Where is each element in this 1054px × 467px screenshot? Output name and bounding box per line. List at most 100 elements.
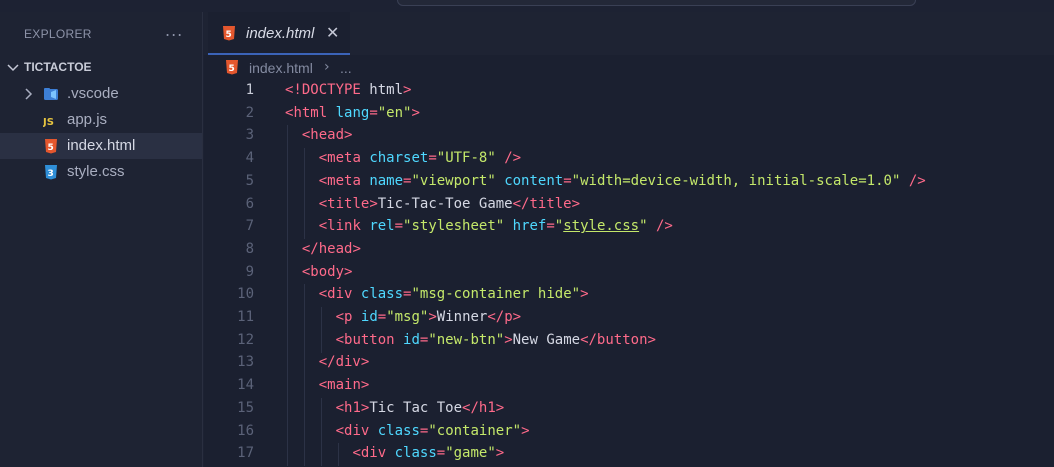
- code-line[interactable]: 9 <body>: [204, 261, 1054, 285]
- code-line[interactable]: 1 <!DOCTYPE html>: [204, 80, 1054, 103]
- breadcrumb-separator: ›: [324, 59, 330, 75]
- code-text: <h1>Tic Tac Toe</h1>: [336, 400, 505, 416]
- breadcrumb: 5 index.html › ...: [204, 57, 1054, 80]
- indent-guide: [287, 352, 288, 376]
- indent-guide: [287, 329, 288, 353]
- code-token: Winner: [436, 309, 488, 325]
- code-line[interactable]: 17 <div class="game">: [204, 443, 1054, 467]
- indent-guide: [303, 443, 305, 467]
- code-line[interactable]: 10 <div class="msg-container hide">: [204, 284, 1054, 308]
- code-line[interactable]: 7 <link rel="stylesheet" href="style.css"…: [204, 216, 1054, 240]
- tree-item-style-css[interactable]: 3 style.css: [0, 159, 202, 185]
- code-text: <link rel="stylesheet" href="style.css" …: [319, 218, 673, 234]
- line-number: 7: [245, 218, 254, 235]
- tree-item-index-html[interactable]: 5 index.html: [0, 133, 202, 159]
- code-text: <div class="msg-container hide">: [319, 286, 589, 302]
- code-line[interactable]: 4 <meta charset="UTF-8" />: [204, 148, 1054, 172]
- workspace-folder-name: TICTACTOE: [24, 60, 92, 74]
- code-line[interactable]: 6 <title>Tic-Tac-Toe Game</title>: [204, 193, 1054, 217]
- code-token: >: [403, 82, 412, 98]
- code-token: "UTF-8": [436, 150, 496, 167]
- indent-guide: [303, 170, 305, 194]
- code-text: <p id="msg">Winner</p>: [336, 309, 522, 325]
- code-line[interactable]: 14 <main>: [204, 375, 1054, 399]
- code-token: >: [360, 377, 370, 394]
- code-token: >: [344, 127, 353, 144]
- code-line[interactable]: 2 <html lang="en">: [204, 103, 1054, 126]
- more-actions-icon[interactable]: ...: [165, 21, 183, 40]
- code-text: <html lang="en">: [285, 105, 420, 121]
- code-token: </: [318, 354, 336, 371]
- code-token: =: [369, 104, 378, 121]
- code-token: =: [436, 445, 446, 462]
- code-line[interactable]: 8 </head>: [204, 238, 1054, 262]
- code-token: id: [360, 309, 378, 325]
- indent-guide: [303, 148, 305, 172]
- code-text: <head>: [302, 127, 353, 143]
- code-token: meta: [327, 150, 361, 167]
- code-token: "viewport": [411, 172, 496, 189]
- code-text: <button id="new-btn">New Game</button>: [336, 332, 656, 348]
- workspace-folder[interactable]: TICTACTOE: [0, 56, 202, 80]
- code-line[interactable]: 3 <head>: [204, 125, 1054, 149]
- code-token: >: [521, 422, 530, 439]
- code-token: =: [377, 309, 387, 325]
- code-token: html: [293, 104, 328, 121]
- indent-guide: [287, 170, 288, 194]
- svg-text:5: 5: [226, 30, 232, 40]
- code-line[interactable]: 5 <meta name="viewport" content="width=de…: [204, 170, 1054, 194]
- code-token: lang: [335, 104, 370, 121]
- code-line[interactable]: 13 </div>: [204, 352, 1054, 376]
- code-editor[interactable]: 1 <!DOCTYPE html> 2 <html lang="en"> 3 <head>…: [204, 80, 1054, 467]
- code-token: button: [596, 331, 648, 348]
- indent-guide: [303, 216, 305, 240]
- code-token: p: [504, 309, 513, 325]
- code-token: </: [512, 195, 530, 212]
- code-token: link: [327, 218, 361, 235]
- line-number: 5: [245, 172, 254, 189]
- tab-bar: 5 index.html ✕: [204, 12, 1054, 55]
- tree-item-app-js[interactable]: JS app.js: [0, 107, 202, 133]
- code-token: <: [335, 399, 345, 416]
- indent-guide: [303, 375, 305, 399]
- tab-index-html[interactable]: 5 index.html ✕: [208, 12, 350, 55]
- close-icon[interactable]: ✕: [326, 23, 339, 42]
- indent-guide: [320, 307, 322, 330]
- indent-guide: [303, 193, 305, 217]
- code-line[interactable]: 15 <h1>Tic Tac Toe</h1>: [204, 397, 1054, 421]
- indent-guide: [303, 329, 305, 353]
- indent-guide: [287, 216, 288, 240]
- code-token: <: [318, 377, 328, 394]
- code-token: >: [411, 104, 420, 121]
- title-bar: [0, 0, 1054, 12]
- breadcrumb-file[interactable]: index.html: [249, 60, 313, 76]
- code-token: />: [504, 150, 522, 167]
- code-line[interactable]: 12 <button id="new-btn">New Game</button>: [204, 329, 1054, 353]
- svg-text:JS: JS: [43, 117, 54, 128]
- line-number: 17: [237, 445, 254, 462]
- code-token: "en": [377, 104, 412, 121]
- code-line[interactable]: 11 <p id="msg">Winner</p>: [204, 307, 1054, 330]
- code-text: <title>Tic-Tac-Toe Game</title>: [319, 196, 580, 212]
- code-token: "game": [445, 445, 496, 462]
- code-token: <: [318, 150, 328, 167]
- indent-guide: [303, 307, 305, 330]
- svg-text:5: 5: [229, 64, 235, 74]
- code-token: />: [655, 218, 673, 235]
- code-token: =: [428, 150, 437, 167]
- code-token: style.css: [563, 218, 640, 235]
- command-center-search[interactable]: [397, 0, 916, 6]
- code-line[interactable]: 16 <div class="container">: [204, 420, 1054, 444]
- code-token: html: [360, 82, 404, 98]
- tree-item-vscode[interactable]: .vscode: [0, 81, 202, 107]
- breadcrumb-symbols[interactable]: ...: [340, 60, 352, 76]
- indent-guide: [287, 148, 288, 172]
